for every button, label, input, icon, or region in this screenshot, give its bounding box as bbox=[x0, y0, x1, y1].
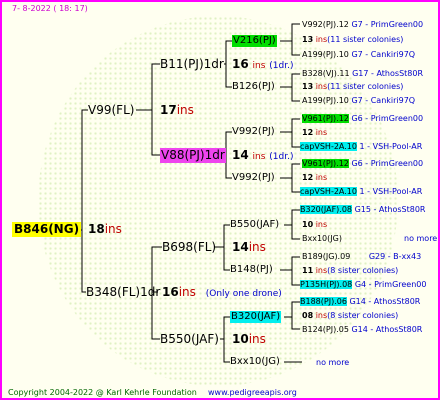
gen1-bottom-note: (Only one drone) bbox=[205, 289, 282, 299]
gen3-d1-id[interactable]: B320(JAF) bbox=[230, 311, 282, 323]
gen4-r8-info: 1 - VSH-Pool-AR bbox=[359, 187, 423, 196]
gen4-r13b-note: (8 sister colonies) bbox=[327, 311, 399, 320]
gen1-bottom-id[interactable]: B348(FL)1dr bbox=[86, 285, 160, 300]
root-ins-label: ins bbox=[104, 222, 122, 236]
gen3-d2-id[interactable]: Bxx10(JG) bbox=[230, 356, 280, 368]
gen1-top-id[interactable]: V99(FL) bbox=[88, 103, 134, 118]
gen4-r5b-ins: ins bbox=[315, 128, 328, 137]
gen4-r2-info: G7 - Cankiri97Q bbox=[351, 50, 416, 59]
gen4-r12-id[interactable]: P135H(PJ).08 bbox=[300, 280, 353, 289]
gen4-r5-info: G6 - PrimGreen00 bbox=[351, 114, 424, 123]
gen4-r13-id[interactable]: B188(PJ).06 bbox=[300, 297, 347, 306]
gen2-b-id[interactable]: V88(PJ)1dr bbox=[160, 148, 226, 163]
gen1-bottom-ins: ins bbox=[178, 285, 196, 299]
gen3-c1-id[interactable]: B550(JAF) bbox=[230, 219, 279, 231]
gen4-r3b-num: 13 bbox=[302, 82, 314, 91]
gen2-b-note: (1dr.) bbox=[269, 152, 294, 162]
gen2-a-ins: ins bbox=[252, 61, 266, 71]
gen4-r6-info: 1 - VSH-Pool-AR bbox=[359, 142, 423, 151]
pedigree-frame: 7- 8-2022 ( 18: 17) Copyright 2004-2022 … bbox=[0, 0, 440, 400]
gen2-b-ins: ins bbox=[252, 152, 266, 162]
gen4-r5-id[interactable]: V961(PJ).12 bbox=[302, 114, 349, 123]
gen3-d2-note: no more bbox=[316, 358, 350, 367]
gen4-r5b-num: 12 bbox=[302, 128, 314, 137]
gen4-r4-info: G7 - Cankiri97Q bbox=[351, 96, 416, 105]
gen4-r13b-ins: ins bbox=[315, 311, 328, 320]
gen4-r13b-num: 08 bbox=[302, 311, 314, 320]
gen4-r3b-ins: ins bbox=[315, 82, 328, 91]
gen4-r13-info: G14 - AthosSt80R bbox=[349, 297, 421, 306]
gen4-r1b-ins: ins bbox=[315, 35, 328, 44]
gen2-d-id[interactable]: B550(JAF) bbox=[160, 332, 219, 347]
gen2-c-num: 14 bbox=[232, 240, 249, 254]
gen1-top-ins: ins bbox=[176, 103, 194, 117]
gen4-r11b-ins: ins bbox=[315, 266, 328, 275]
gen4-r10-info: no more bbox=[404, 234, 438, 243]
gen1-bottom-num: 16 bbox=[162, 285, 179, 299]
gen2-a-num: 16 bbox=[232, 57, 249, 71]
gen4-r8-id[interactable]: capVSH-2A.10 bbox=[300, 187, 357, 196]
gen4-r9-info: G15 - AthosSt80R bbox=[354, 205, 426, 214]
gen3-b1-id[interactable]: V992(PJ) bbox=[232, 126, 275, 138]
gen2-a-note: (1dr.) bbox=[269, 61, 294, 71]
gen3-c2-id[interactable]: B148(PJ) bbox=[230, 264, 273, 276]
footer-site-link[interactable]: www.pedigreeapis.org bbox=[208, 387, 297, 398]
gen4-r12-info: G4 - PrimGreen00 bbox=[354, 280, 427, 289]
gen2-c-ins: ins bbox=[248, 240, 266, 254]
gen2-d-num: 10 bbox=[232, 332, 249, 346]
gen4-r3b-note: (11 sister colonies) bbox=[327, 82, 404, 91]
gen4-r1b-note: (11 sister colonies) bbox=[327, 35, 404, 44]
gen3-b2-id[interactable]: V992(PJ) bbox=[232, 172, 275, 184]
gen4-r9b-ins: ins bbox=[315, 220, 328, 229]
gen2-a-id[interactable]: B11(PJ)1dr bbox=[160, 57, 224, 72]
gen4-r1b-num: 13 bbox=[302, 35, 314, 44]
gen2-c-id[interactable]: B698(FL) bbox=[162, 240, 216, 255]
gen4-r14-info: G14 - AthosSt80R bbox=[351, 325, 423, 334]
gen2-d-ins: ins bbox=[248, 332, 266, 346]
gen4-r11-id[interactable]: B189(JG).09 bbox=[302, 252, 350, 261]
gen4-r6-id[interactable]: capVSH-2A.10 bbox=[300, 142, 357, 151]
header-date: 7- 8-2022 ( 18: 17) bbox=[12, 4, 88, 13]
gen4-r11b-note: (8 sister colonies) bbox=[327, 266, 399, 275]
gen2-b-num: 14 bbox=[232, 148, 249, 162]
footer-copyright: Copyright 2004-2022 @ Karl Kehrle Founda… bbox=[8, 388, 197, 397]
gen4-r1-info: G7 - PrimGreen00 bbox=[351, 20, 424, 29]
gen4-r1-id[interactable]: V992(PJ).12 bbox=[302, 20, 349, 29]
gen4-r3-id[interactable]: B328(VJ).11 bbox=[302, 69, 350, 78]
gen3-a1-id[interactable]: V216(PJ) bbox=[232, 35, 277, 47]
gen4-r7b-num: 12 bbox=[302, 173, 314, 182]
gen3-a2-id[interactable]: B126(PJ) bbox=[232, 81, 275, 93]
gen4-r11-info: G29 - B-xx43 bbox=[368, 252, 422, 261]
gen1-top-num: 17 bbox=[160, 103, 177, 117]
gen4-r9-id[interactable]: B320(JAF).08 bbox=[300, 205, 353, 214]
gen4-r7-id[interactable]: V961(PJ).12 bbox=[302, 159, 349, 168]
gen4-r7b-ins: ins bbox=[315, 173, 328, 182]
gen4-r11b-num: 11 bbox=[302, 266, 314, 275]
gen4-r10-id[interactable]: Bxx10(JG) bbox=[302, 234, 342, 243]
gen4-r3-info: G17 - AthosSt80R bbox=[352, 69, 424, 78]
root-queen-id[interactable]: B846(NG) bbox=[12, 222, 82, 237]
root-num: 18 bbox=[88, 222, 105, 236]
gen4-r4-id[interactable]: A199(PJ).10 bbox=[302, 96, 349, 105]
gen4-r7-info: G6 - PrimGreen00 bbox=[351, 159, 424, 168]
gen4-r14-id[interactable]: B124(PJ).05 bbox=[302, 325, 349, 334]
gen4-r2-id[interactable]: A199(PJ).10 bbox=[302, 50, 349, 59]
gen4-r9b-num: 10 bbox=[302, 220, 314, 229]
